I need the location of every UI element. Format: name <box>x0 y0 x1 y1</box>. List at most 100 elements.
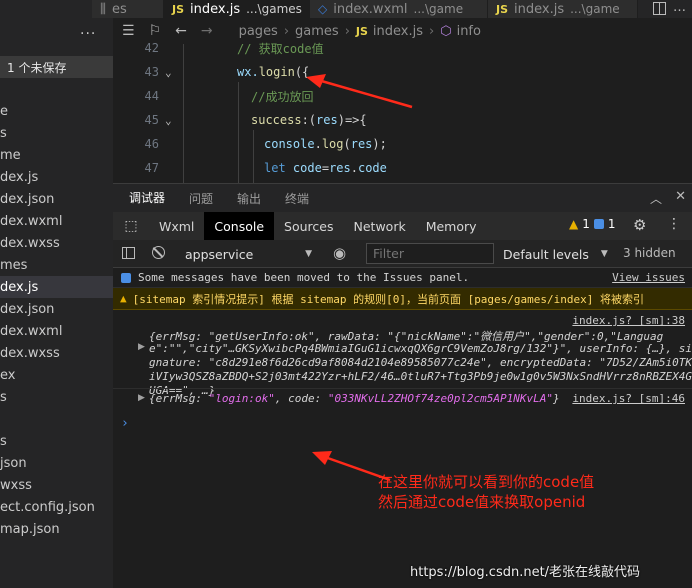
tab-es[interactable]: ⫼ es <box>92 0 164 18</box>
tab-terminal[interactable]: 终端 <box>281 184 313 213</box>
fold-chevron-icon[interactable]: ⌄ <box>165 66 172 79</box>
info-count: 1 <box>607 217 616 231</box>
console-prompt-icon[interactable]: › <box>121 416 129 431</box>
context-select-value: appservice <box>185 246 254 262</box>
console-output[interactable]: Some messages have been moved to the Iss… <box>113 268 692 588</box>
source-link[interactable]: index.js? [sm]:38 <box>572 314 685 327</box>
warning-message: [sitemap 索引情况提示] 根据 sitemap 的规则[0]，当前页面 … <box>132 292 645 306</box>
file-item[interactable]: map.json <box>0 518 113 540</box>
tab-dir: ...\game <box>413 2 464 16</box>
code-text: success:(res)=>{ <box>251 113 367 127</box>
show-sidebar-icon[interactable] <box>122 247 135 259</box>
clear-console-icon[interactable] <box>152 246 165 259</box>
watermark: https://blog.csdn.net/老张在线敲代码 <box>410 565 641 580</box>
file-item[interactable]: dex.wxml <box>0 320 113 342</box>
warning-icon: ▲ <box>569 217 579 231</box>
tab-output[interactable]: 输出 <box>233 184 265 213</box>
debug-panel: 调试器 问题 输出 终端 ︿ ✕ ⬚ Wxml Console Sources … <box>113 183 692 588</box>
panel-tab-bar: 调试器 问题 输出 终端 ︿ ✕ <box>113 183 692 214</box>
code-text: console.log(res); <box>264 137 387 151</box>
file-item[interactable]: s <box>0 122 113 144</box>
file-item[interactable]: s <box>0 386 113 408</box>
editor-tab-bar: ⫼ es JS index.js ...\games ◇ index.wxml … <box>0 0 692 18</box>
annotation-line-2: 然后通过code值来换取openid <box>378 493 586 511</box>
tab-debugger[interactable]: 调试器 <box>125 183 170 214</box>
console-info-row: Some messages have been moved to the Iss… <box>113 268 692 288</box>
tab-sources[interactable]: Sources <box>274 212 343 240</box>
file-item[interactable]: dex.json <box>0 298 113 320</box>
code-comment: //成功放回 <box>251 89 314 104</box>
log-text-line: {errMsg: "login:ok", code: "033NKvLL2ZHO… <box>149 392 560 405</box>
file-item[interactable]: me <box>0 144 113 166</box>
line-number: 45 <box>144 113 159 127</box>
code-editor[interactable]: ☰ ⚐ ← → pages › games › JS index.js › ⬡ … <box>113 18 692 183</box>
file-item[interactable]: dex.json <box>0 188 113 210</box>
log-text-line: {errMsg: "getUserInfo:ok", rawData: "{"n… <box>149 330 664 343</box>
tab-index-js-game[interactable]: JS index.js ...\game <box>488 0 638 18</box>
tab-index-wxml[interactable]: ◇ index.wxml ...\game <box>310 0 488 18</box>
devtools-tab-bar: ⬚ Wxml Console Sources Network Memory ▲ … <box>113 212 692 240</box>
context-select[interactable]: appservice ▼ <box>177 243 320 265</box>
expand-triangle-icon[interactable]: ▶ <box>138 342 145 352</box>
explorer-sidebar: ··· 1 个未保存 e s me dex.js dex.json dex.wx… <box>0 18 113 588</box>
log-levels-value: Default levels <box>503 246 589 262</box>
console-toolbar: appservice ▼ ◉ Default levels ▼ 3 hidden <box>113 240 692 268</box>
tab-dir: ...\games <box>246 2 302 16</box>
wxml-file-icon: ◇ <box>318 2 328 16</box>
tab-problems[interactable]: 问题 <box>185 184 217 213</box>
file-item[interactable]: dex.wxml <box>0 210 113 232</box>
code-line: 45 ⌄ success:(res)=>{ <box>113 108 692 132</box>
tab-dir: ...\game <box>570 2 620 16</box>
warning-count: 1 <box>582 217 590 231</box>
eye-icon[interactable]: ◉ <box>333 244 346 262</box>
file-item[interactable]: dex.wxss <box>0 342 113 364</box>
tab-label: es <box>111 1 127 17</box>
inspect-element-icon[interactable]: ⬚ <box>113 212 149 240</box>
tab-network[interactable]: Network <box>344 212 416 240</box>
filter-input[interactable] <box>366 243 494 264</box>
split-editor-icon[interactable] <box>653 2 666 15</box>
console-warning-row: ▲ [sitemap 索引情况提示] 根据 sitemap 的规则[0]，当前页… <box>113 288 692 310</box>
dropdown-arrow-icon: ▼ <box>305 249 312 259</box>
code-line: 44 //成功放回 <box>113 84 692 108</box>
log-levels-select[interactable]: Default levels ▼ <box>501 243 611 265</box>
file-item[interactable]: ect.config.json <box>0 496 113 518</box>
log-text-line: e":"","city"…GKSyXwibcPq4BWmiaIGuG1icwxq… <box>149 342 692 355</box>
file-item[interactable]: dex.wxss <box>0 232 113 254</box>
unsaved-count-label[interactable]: 1 个未保存 <box>0 56 113 78</box>
dropdown-arrow-icon: ▼ <box>600 249 608 259</box>
line-number: 46 <box>144 137 159 151</box>
file-item[interactable]: mes <box>0 254 113 276</box>
line-number: 47 <box>144 161 159 175</box>
file-item[interactable]: s <box>0 430 113 452</box>
file-item[interactable]: e <box>0 100 113 122</box>
explorer-more-icon[interactable]: ··· <box>80 26 96 42</box>
kebab-menu-icon[interactable]: ⋮ <box>667 216 681 232</box>
expand-triangle-icon[interactable]: ▶ <box>138 393 145 403</box>
code-text: let code=res.code <box>264 161 387 175</box>
source-link[interactable]: index.js? [sm]:46 <box>572 392 685 405</box>
issue-counts[interactable]: ▲ 1 1 <box>569 217 616 231</box>
code-line: 46 console.log(res); <box>113 132 692 156</box>
tab-index-js-games[interactable]: JS index.js ...\games <box>164 0 310 18</box>
close-icon[interactable]: ✕ <box>675 189 686 204</box>
file-item[interactable]: json <box>0 452 113 474</box>
fold-chevron-icon[interactable]: ⌄ <box>165 114 172 127</box>
info-message: Some messages have been moved to the Iss… <box>138 271 470 284</box>
console-log-entry[interactable]: ▶ {errMsg: "login:ok", code: "033NKvLL2Z… <box>113 388 692 406</box>
view-issues-link[interactable]: View issues <box>612 271 685 284</box>
gear-icon[interactable]: ⚙ <box>633 216 646 234</box>
tab-memory[interactable]: Memory <box>416 212 487 240</box>
annotation-line-1: 在这里你就可以看到你的code值 <box>378 473 595 491</box>
file-item[interactable]: dex.js <box>0 166 113 188</box>
js-file-icon: JS <box>172 2 185 16</box>
console-log-entry[interactable]: index.js? [sm]:38 {errMsg: "getUserInfo:… <box>113 312 692 397</box>
more-actions-icon[interactable]: … <box>673 0 686 15</box>
file-item[interactable]: ex <box>0 364 113 386</box>
log-text-line: gnature: "c8d291e8f6d26cd9af8084d2104e89… <box>149 356 692 369</box>
file-item-selected[interactable]: dex.js <box>0 276 113 298</box>
chevron-up-icon[interactable]: ︿ <box>650 190 662 207</box>
file-item[interactable]: wxss <box>0 474 113 496</box>
tab-wxml[interactable]: Wxml <box>149 212 204 240</box>
tab-console[interactable]: Console <box>204 212 275 240</box>
